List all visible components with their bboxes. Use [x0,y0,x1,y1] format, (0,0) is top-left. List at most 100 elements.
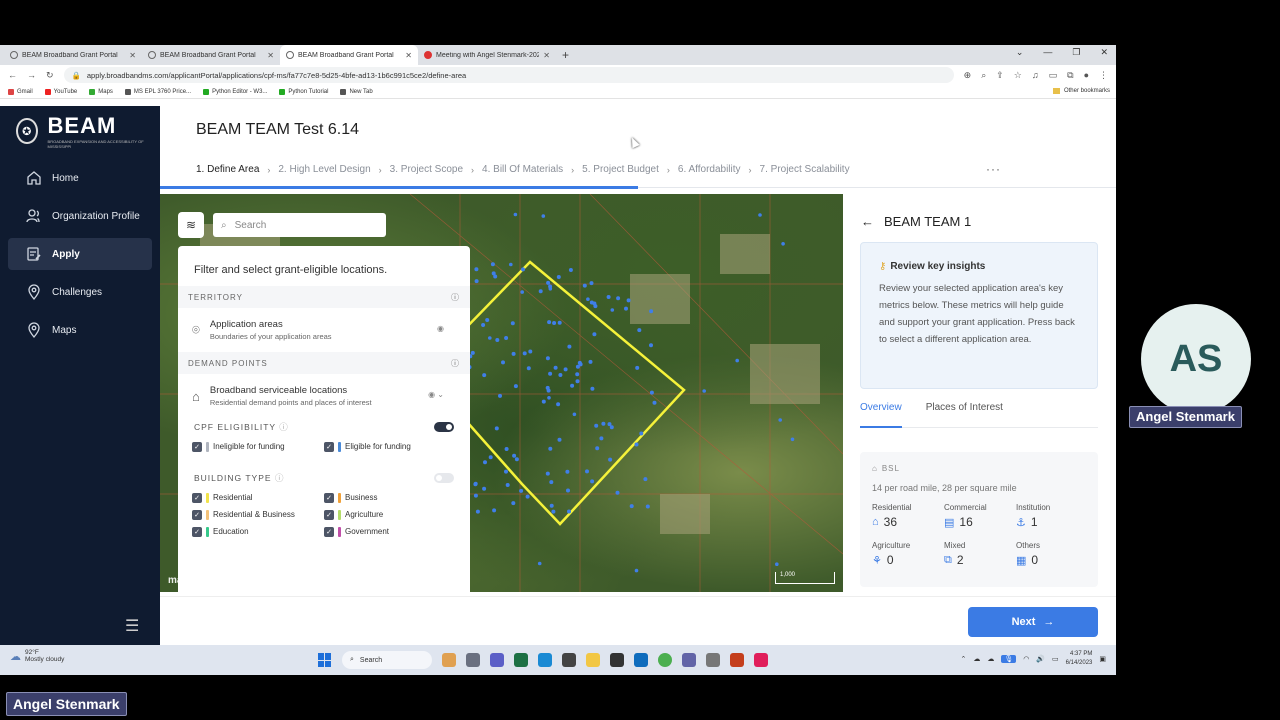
browser-tab-2[interactable]: BEAM Broadband Grant Portal ✕ [142,45,280,65]
close-icon[interactable]: ✕ [405,51,412,60]
store-icon[interactable] [562,653,576,667]
collapse-menu-icon[interactable]: ☰ [125,616,139,636]
onedrive-icon[interactable]: ☁ [973,655,980,663]
bookmark-maps[interactable]: Maps [89,88,113,95]
task-view-icon[interactable] [466,653,480,667]
step-project-scope[interactable]: 3. Project Scope [390,164,463,175]
bookmark-youtube[interactable]: YouTube [44,88,77,95]
bsl-row[interactable]: ⌂ Broadband serviceable locations Reside… [178,374,470,418]
back-arrow-icon[interactable]: ← [861,214,874,229]
info-icon[interactable]: ⓘ [275,473,285,483]
checkbox-government[interactable]: ✓ Government [324,525,454,538]
bookmark-ms-epl[interactable]: MS EPL 3760 Price... [124,88,191,95]
file-explorer-icon[interactable] [586,653,600,667]
close-icon[interactable]: ✕ [543,51,550,60]
checkbox-agriculture[interactable]: ✓ Agriculture [324,508,454,521]
bookmark-python-editor[interactable]: Python Editor - W3... [203,88,267,95]
extension-icon[interactable]: ⧉ [1067,70,1073,81]
outlook-icon[interactable] [634,653,648,667]
bookmark-gmail[interactable]: Gmail [8,88,33,95]
step-define-area[interactable]: 1. Define Area [196,164,259,175]
reload-icon[interactable]: ↻ [46,70,54,81]
sidebar-item-maps[interactable]: Maps [8,314,152,346]
tab-places-of-interest[interactable]: Places of Interest [926,402,1003,427]
weather-widget[interactable]: ☁ 92°F Mostly cloudy [10,649,64,663]
other-bookmarks[interactable]: Other bookmarks [1052,88,1110,94]
zoom-icon[interactable]: ⌕ [981,70,986,81]
maximize-icon[interactable]: ❐ [1072,47,1080,58]
close-icon[interactable]: ✕ [267,51,274,60]
info-icon[interactable]: ⓘ [451,358,460,369]
chevron-up-icon[interactable]: ⌃ [960,655,966,663]
sidebar-item-organization-profile[interactable]: Organization Profile [8,200,152,232]
cloud-sync-icon[interactable]: ☁ [987,655,994,663]
checkbox-eligible[interactable]: ✓ Eligible for funding [324,440,454,453]
bookmark-python-tutorial[interactable]: Python Tutorial [279,88,328,95]
media-icon[interactable]: ♫ [1032,70,1039,81]
chevron-down-icon[interactable]: ⌄ [1016,47,1024,58]
building-type-toggle[interactable] [434,473,454,483]
volume-icon[interactable]: 🔊 [1036,655,1045,663]
profile-avatar-icon[interactable]: ● [1084,70,1089,81]
excel-icon[interactable] [514,653,528,667]
cpf-eligibility-toggle[interactable] [434,422,454,432]
windows-start-icon[interactable] [318,653,332,667]
chrome-icon[interactable] [658,653,672,667]
taskbar-search[interactable]: ⌕ Search [342,651,432,669]
step-project-budget[interactable]: 5. Project Budget [582,164,659,175]
info-icon[interactable]: ⓘ [279,422,289,432]
browser-tab-1[interactable]: BEAM Broadband Grant Portal ✕ [4,45,142,65]
minimize-icon[interactable]: — [1043,47,1052,58]
tab-overview[interactable]: Overview [860,402,902,428]
new-tab-button[interactable]: + [556,45,575,65]
widgets-app-icon[interactable] [442,653,456,667]
slack-icon[interactable] [754,653,768,667]
star-icon[interactable]: ☆ [1014,70,1022,81]
eye-icon[interactable]: ◉ [437,324,444,333]
edge-icon[interactable] [538,653,552,667]
browser-tab-3[interactable]: BEAM Broadband Grant Portal ✕ [280,45,418,65]
sidepanel-icon[interactable]: ▭ [1049,70,1058,81]
checkbox-residential[interactable]: ✓ Residential [192,491,324,504]
step-high-level-design[interactable]: 2. High Level Design [278,164,370,175]
install-icon[interactable]: ⊕ [964,70,972,81]
step-bill-of-materials[interactable]: 4. Bill Of Materials [482,164,563,175]
eye-icon[interactable]: ◉ ⌄ [428,390,444,399]
sidebar-item-home[interactable]: Home [8,162,152,194]
close-icon[interactable]: ✕ [129,51,136,60]
teams-icon[interactable] [682,653,696,667]
clock[interactable]: 4:37 PM 6/14/2023 [1066,650,1093,668]
bookmark-new-tab[interactable]: New Tab [340,88,373,95]
openai-icon[interactable] [610,653,624,667]
wifi-icon[interactable]: ◠ [1023,655,1029,663]
sidebar-item-apply[interactable]: Apply [8,238,152,270]
map-view[interactable]: ≋ ⌕ Search Filter and select grant-eligi… [160,194,843,592]
next-button[interactable]: Next → [968,607,1098,637]
info-icon[interactable]: ⓘ [451,292,460,303]
layers-button[interactable]: ≋ [178,212,204,238]
sidebar-item-challenges[interactable]: Challenges [8,276,152,308]
application-areas-row[interactable]: ⌾ Application areas Boundaries of your a… [178,308,470,352]
snipping-icon[interactable] [706,653,720,667]
browser-tab-4[interactable]: Meeting with Angel Stenmark-2023... ✕ [418,45,556,65]
forward-icon[interactable]: → [27,70,36,80]
step-affordability[interactable]: 6. Affordability [678,164,741,175]
back-icon[interactable]: ← [8,70,17,80]
microphone-icon[interactable]: 🎙 [1001,655,1017,663]
battery-icon[interactable]: ▭ [1052,655,1059,663]
url-field[interactable]: 🔒 apply.broadbandms.com/applicantPortal/… [63,67,954,83]
step-project-scalability[interactable]: 7. Project Scalability [760,164,850,175]
share-icon[interactable]: ⇪ [996,70,1004,81]
notification-icon[interactable]: ▣ [1099,655,1106,663]
legend-swatch [338,509,341,520]
close-window-icon[interactable]: ✕ [1100,47,1108,58]
more-steps-icon[interactable]: ··· [986,162,1001,176]
checkbox-ineligible[interactable]: ✓ Ineligible for funding [192,440,324,453]
powerpoint-icon[interactable] [730,653,744,667]
checkbox-education[interactable]: ✓ Education [192,525,324,538]
checkbox-business[interactable]: ✓ Business [324,491,454,504]
teams-chat-icon[interactable] [490,653,504,667]
menu-kebab-icon[interactable]: ⋮ [1099,70,1108,81]
map-search-input[interactable]: ⌕ Search [213,213,386,237]
checkbox-residential-business[interactable]: ✓ Residential & Business [192,508,324,521]
